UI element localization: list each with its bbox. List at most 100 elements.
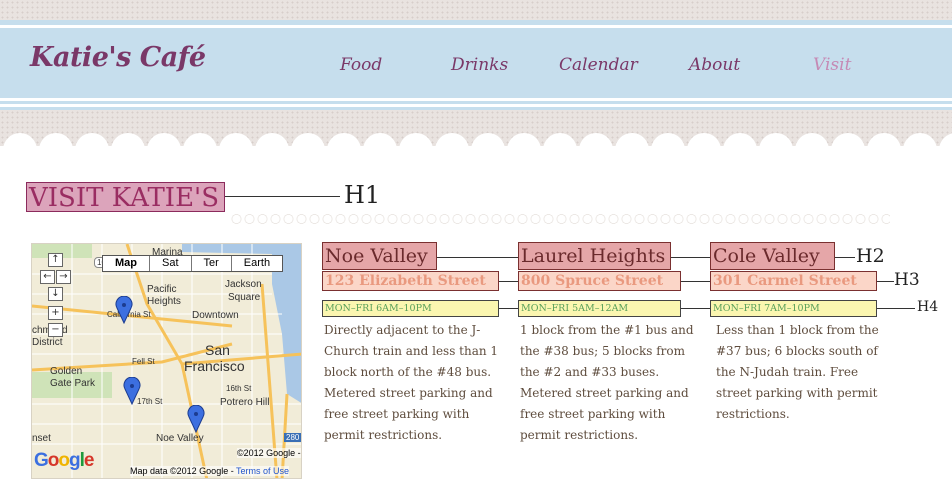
nav-drinks[interactable]: Drinks bbox=[451, 55, 508, 75]
dotted-divider bbox=[230, 212, 890, 226]
map-copyright: ©2012 Google - bbox=[237, 448, 301, 458]
location-name-laurel-heights: Laurel Heights bbox=[518, 242, 671, 270]
map-label-square: Square bbox=[228, 292, 261, 303]
location-hours-laurel-heights: MON–FRI 5AM–12AM bbox=[518, 300, 681, 317]
location-name-cole-valley: Cole Valley bbox=[710, 242, 835, 270]
page-title: VISIT KATIE'S bbox=[26, 182, 225, 212]
scallop-border bbox=[0, 133, 952, 172]
pan-left-button[interactable]: ← bbox=[40, 270, 55, 284]
map-type-terrain[interactable]: Ter bbox=[190, 256, 231, 271]
map-label-sunset: nset bbox=[32, 433, 51, 444]
nav-about[interactable]: About bbox=[689, 55, 740, 75]
scallop bbox=[759, 133, 793, 167]
map-label-fell: Fell St bbox=[132, 357, 155, 366]
scallop bbox=[255, 133, 289, 167]
nav-stripe-bottom-2 bbox=[0, 104, 952, 107]
scallop bbox=[147, 133, 181, 167]
map-label-san: San bbox=[205, 342, 230, 358]
scallop bbox=[831, 133, 865, 167]
zoom-in-button[interactable]: + bbox=[48, 306, 63, 320]
scallop bbox=[507, 133, 541, 167]
scallop bbox=[867, 133, 901, 167]
h3-connector-1 bbox=[499, 281, 518, 282]
scallop bbox=[723, 133, 757, 167]
location-name-noe-valley: Noe Valley bbox=[322, 242, 437, 270]
h3-annotation-line bbox=[877, 281, 894, 282]
map-label-downtown: Downtown bbox=[192, 310, 239, 321]
scallop bbox=[795, 133, 829, 167]
h3-connector-2 bbox=[681, 281, 710, 282]
h2-annotation-line bbox=[835, 257, 855, 258]
map-label-jackson: Jackson bbox=[225, 279, 262, 290]
location-street-cole-valley: 301 Carmel Street bbox=[710, 271, 877, 291]
scallop bbox=[435, 133, 469, 167]
h1-annotation-line bbox=[225, 196, 340, 197]
zoom-out-button[interactable]: − bbox=[48, 323, 63, 337]
pan-down-button[interactable]: ↓ bbox=[48, 287, 63, 301]
scallop bbox=[3, 133, 37, 167]
map-type-earth[interactable]: Earth bbox=[230, 256, 283, 271]
pan-up-button[interactable]: ↑ bbox=[48, 253, 63, 267]
location-description-cole-valley: Less than 1 block from the #37 bus; 6 bl… bbox=[716, 323, 879, 421]
scallop bbox=[39, 133, 73, 167]
map-pin-laurel-heights[interactable] bbox=[115, 296, 133, 324]
location-street-noe-valley: 123 Elizabeth Street bbox=[322, 271, 499, 291]
map-label-gate-park: Gate Park bbox=[50, 378, 96, 389]
map-label-pacific: Pacific bbox=[147, 284, 177, 295]
location-hours-noe-valley: MON–FRI 6AM–10PM bbox=[322, 300, 499, 317]
location-description-noe-valley: Directly adjacent to the J-Church train … bbox=[324, 323, 499, 442]
scallop bbox=[903, 133, 937, 167]
scallop bbox=[219, 133, 253, 167]
location-street-laurel-heights: 800 Spruce Street bbox=[518, 271, 681, 291]
scallop bbox=[471, 133, 505, 167]
map-type-map[interactable]: Map bbox=[103, 256, 149, 271]
scallop bbox=[327, 133, 361, 167]
location-description-laurel-heights: 1 block from the #1 bus and the #38 bus;… bbox=[520, 323, 694, 442]
nav-stripe-top bbox=[0, 25, 952, 28]
nav-calendar[interactable]: Calendar bbox=[559, 55, 638, 75]
map-type-satellite[interactable]: Sat bbox=[149, 256, 191, 271]
location-map[interactable]: Marina Pacific Heights Jackson Square Do… bbox=[31, 243, 302, 479]
terms-of-use-link[interactable]: Terms of Use bbox=[236, 466, 289, 476]
map-label-potrero: Potrero Hill bbox=[220, 397, 270, 408]
h1-annotation-label: H1 bbox=[344, 181, 381, 209]
h4-connector-1 bbox=[499, 308, 518, 309]
h3-annotation-label: H3 bbox=[894, 270, 920, 290]
h2-connector-2 bbox=[671, 257, 710, 258]
map-label-golden: Golden bbox=[50, 366, 83, 377]
scallop bbox=[183, 133, 217, 167]
scallop bbox=[651, 133, 685, 167]
map-pin-cole-valley[interactable] bbox=[123, 377, 141, 405]
map-label-francisco: Francisco bbox=[184, 358, 245, 374]
map-label-16th: 16th St bbox=[226, 384, 252, 393]
map-type-selector: Map Sat Ter Earth bbox=[102, 255, 284, 272]
h2-connector-1 bbox=[437, 257, 518, 258]
scallop bbox=[75, 133, 109, 167]
map-label-noe: Noe Valley bbox=[156, 433, 204, 444]
h4-annotation-label: H4 bbox=[917, 299, 939, 315]
highway-280-shield: 280 bbox=[284, 433, 301, 442]
location-hours-cole-valley: MON–FRI 7AM–10PM bbox=[710, 300, 877, 317]
map-label-district: District bbox=[32, 337, 63, 348]
scallop bbox=[399, 133, 433, 167]
pan-right-button[interactable]: → bbox=[56, 270, 71, 284]
google-logo: Google bbox=[34, 450, 94, 471]
nav-stripe-bottom bbox=[0, 98, 952, 101]
map-data-credit: Map data ©2012 Google - bbox=[130, 466, 234, 476]
site-logo[interactable]: Katie's Café bbox=[30, 42, 206, 73]
map-label-heights: Heights bbox=[147, 296, 181, 307]
scallop bbox=[579, 133, 613, 167]
scallop bbox=[615, 133, 649, 167]
scallop bbox=[291, 133, 325, 167]
nav-food[interactable]: Food bbox=[340, 55, 382, 75]
scallop bbox=[543, 133, 577, 167]
h4-connector-2 bbox=[681, 308, 710, 309]
nav-visit[interactable]: Visit bbox=[813, 55, 851, 75]
h4-annotation-line bbox=[877, 308, 915, 309]
map-footer: Map data ©2012 Google - Terms of Use bbox=[130, 466, 290, 476]
scallop bbox=[687, 133, 721, 167]
h2-annotation-label: H2 bbox=[856, 245, 885, 267]
scallop bbox=[111, 133, 145, 167]
scallop bbox=[363, 133, 397, 167]
map-pin-noe-valley[interactable] bbox=[187, 405, 205, 433]
